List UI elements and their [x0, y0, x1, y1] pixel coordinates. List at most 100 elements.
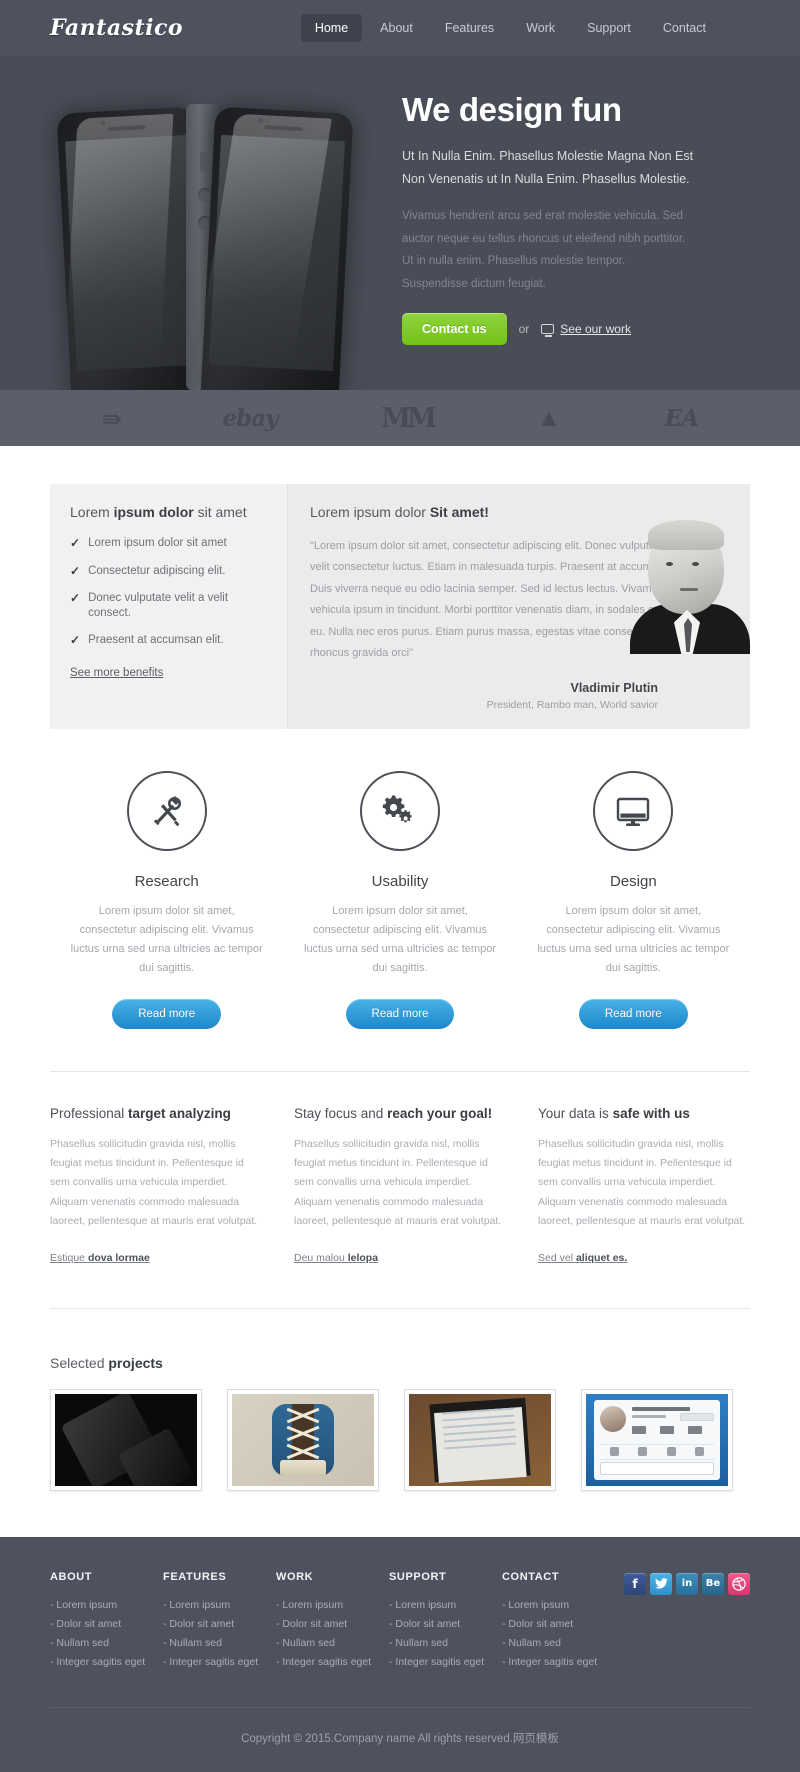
feature-text: Lorem ipsum dolor sit amet, consectetur …	[537, 904, 730, 975]
testimonial-title: Lorem ipsum dolor Sit amet!	[310, 504, 728, 520]
profile-handle-placeholder	[632, 1414, 666, 1418]
avatar	[600, 1405, 626, 1432]
footer-link[interactable]: - Integer sagitis eget	[502, 1656, 615, 1668]
projects-section: Selected projects	[0, 1309, 800, 1491]
see-more-benefits-link[interactable]: See more benefits	[70, 667, 163, 679]
footer-link[interactable]: - Dolor sit amet	[163, 1618, 276, 1630]
list-icon	[638, 1447, 648, 1457]
feature-title: Design	[609, 872, 657, 890]
profile-name-placeholder	[632, 1406, 690, 1411]
hero-copy: We design fun Ut In Nulla Enim. Phasellu…	[380, 57, 800, 390]
heading-bold: reach your goal!	[387, 1105, 493, 1121]
profile-card-mockup	[594, 1399, 720, 1480]
footer-column-features: FEATURES - Lorem ipsum - Dolor sit amet …	[163, 1571, 276, 1675]
footer-link[interactable]: - Nullam sed	[276, 1637, 389, 1649]
twitter-icon[interactable]	[650, 1572, 672, 1595]
compose-icon	[609, 1447, 619, 1457]
footer-link[interactable]: - Lorem ipsum	[502, 1599, 615, 1611]
facebook-icon[interactable]: f	[624, 1572, 646, 1595]
footer-link[interactable]: - Nullam sed	[502, 1637, 615, 1649]
nav-item-features[interactable]: Features	[431, 14, 508, 42]
testimonial-author: Vladimir Plutin	[570, 680, 658, 695]
wireframe-line	[443, 1428, 516, 1436]
portrait-eye-right	[692, 562, 699, 566]
column-link[interactable]: Estique dova lormae	[50, 1252, 150, 1264]
portrait-hair	[648, 520, 724, 550]
footer-link[interactable]: - Integer sagitis eget	[163, 1656, 276, 1668]
footer-column-contact: CONTACT - Lorem ipsum - Dolor sit amet -…	[502, 1571, 615, 1675]
linkedin-icon[interactable]: in	[676, 1572, 698, 1595]
footer-link-list: - Lorem ipsum - Dolor sit amet - Nullam …	[389, 1599, 502, 1668]
adidas-logo-icon[interactable]: ▲	[536, 406, 561, 431]
or-label: or	[518, 321, 530, 336]
project-thumb-profile-ui[interactable]	[581, 1388, 733, 1491]
ebay-logo-icon[interactable]: ebay	[223, 405, 279, 432]
project-thumb-wireframe[interactable]	[404, 1388, 556, 1491]
footer-link[interactable]: - Dolor sit amet	[389, 1618, 502, 1630]
heading-bold: target analyzing	[128, 1105, 231, 1121]
project-thumb-phones[interactable]	[50, 1388, 202, 1491]
hero-body-text: Vivamus hendrerit arcu sed erat molestie…	[402, 210, 686, 290]
thumb-image-profile	[586, 1393, 728, 1486]
arrow-logo-icon[interactable]: ⇛	[102, 405, 122, 433]
text-columns-section: Professional target analyzing Phasellus …	[0, 1072, 800, 1266]
profile-action-icons	[600, 1443, 714, 1460]
check-icon: ✓	[70, 633, 81, 648]
nav-item-contact[interactable]: Contact	[649, 14, 720, 42]
footer-link[interactable]: - Nullam sed	[50, 1637, 163, 1649]
project-thumb-shoelace-app[interactable]	[227, 1388, 379, 1491]
link-bold: dova lormae	[87, 1251, 150, 1264]
read-more-button-research[interactable]: Read more	[112, 998, 222, 1029]
list-item: ✓ Donec vulputate velit a velit consect.	[70, 591, 267, 621]
tools-icon	[126, 770, 207, 851]
footer-link[interactable]: - Lorem ipsum	[276, 1599, 389, 1611]
footer-link[interactable]: - Dolor sit amet	[276, 1618, 389, 1630]
feature-title: Usability	[371, 872, 429, 890]
ea-logo-icon[interactable]: EA	[665, 405, 699, 432]
testimonial-portrait-avatar	[630, 520, 750, 654]
mcdonalds-logo-icon[interactable]: MM	[381, 403, 437, 434]
footer-link[interactable]: - Integer sagitis eget	[276, 1656, 389, 1668]
social-links: f in Be	[624, 1572, 750, 1595]
footer-column-support: SUPPORT - Lorem ipsum - Dolor sit amet -…	[389, 1571, 502, 1675]
hero-phone-image	[0, 57, 380, 390]
footer-link[interactable]: - Integer sagitis eget	[50, 1656, 163, 1668]
stat-following	[660, 1425, 674, 1434]
see-our-work-link[interactable]: See our work	[560, 322, 631, 336]
nav-item-work[interactable]: Work	[512, 14, 569, 42]
link-pre: Deu malou	[294, 1251, 348, 1264]
dribbble-icon[interactable]	[728, 1572, 750, 1595]
benefits-panel: Lorem ipsum dolor sit amet ✓ Lorem ipsum …	[50, 484, 288, 729]
column-link[interactable]: Sed vel aliquet es.	[538, 1252, 627, 1264]
read-more-button-design[interactable]: Read more	[578, 998, 688, 1029]
column-heading: Your data is safe with us	[538, 1106, 750, 1121]
gears-icon	[359, 770, 440, 851]
testimonial-role: President, Rambo man, World savior	[486, 698, 658, 711]
benefits-title-post: sit amet	[193, 504, 247, 520]
footer-link[interactable]: - Dolor sit amet	[502, 1618, 615, 1630]
nav-item-home[interactable]: Home	[300, 14, 363, 42]
footer-link[interactable]: - Lorem ipsum	[163, 1599, 276, 1611]
footer-link[interactable]: - Integer sagitis eget	[389, 1656, 502, 1668]
footer-link[interactable]: - Nullam sed	[163, 1637, 276, 1649]
footer-link[interactable]: - Lorem ipsum	[50, 1599, 163, 1611]
nav-item-support[interactable]: Support	[573, 14, 645, 42]
feature-usability: Usability Lorem ipsum dolor sit amet, co…	[283, 770, 516, 1029]
read-more-button-usability[interactable]: Read more	[345, 998, 455, 1029]
nav-item-about[interactable]: About	[366, 14, 427, 42]
footer-link[interactable]: - Lorem ipsum	[389, 1599, 502, 1611]
footer-link[interactable]: - Nullam sed	[389, 1637, 502, 1649]
contact-us-button[interactable]: Contact us	[402, 312, 507, 345]
phone-mute-switch	[200, 152, 209, 172]
see-our-work-link-group[interactable]: See our work	[541, 322, 631, 337]
project-thumbnails	[50, 1388, 750, 1491]
benefit-text: Lorem ipsum dolor sit amet	[88, 537, 227, 549]
hero-section: We design fun Ut In Nulla Enim. Phasellu…	[0, 57, 800, 390]
follow-button-placeholder	[680, 1412, 714, 1421]
footer-link[interactable]: - Dolor sit amet	[50, 1618, 163, 1630]
column-link[interactable]: Deu malou lelopa	[294, 1252, 378, 1264]
benefits-title-pre: Lorem	[70, 504, 114, 520]
site-logo[interactable]: Fantastico	[50, 15, 183, 41]
client-logos-strip: ⇛ ebay MM ▲ EA	[0, 390, 800, 446]
behance-icon[interactable]: Be	[702, 1572, 724, 1595]
